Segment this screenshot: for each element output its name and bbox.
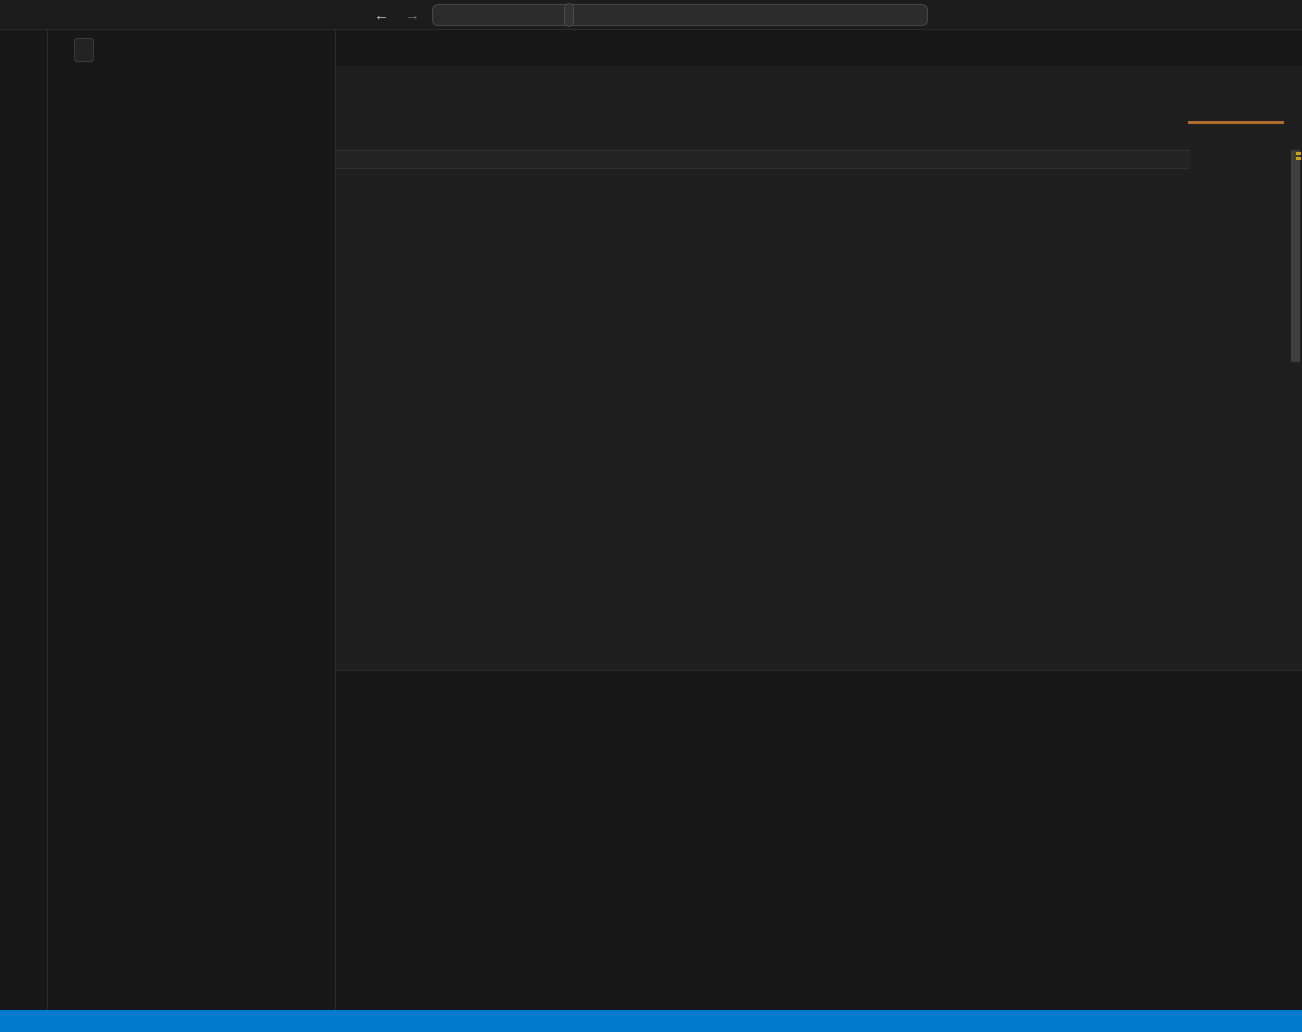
editor-tabs [336, 30, 1302, 66]
forward-arrow-icon[interactable]: → [405, 7, 420, 24]
bottom-panel [336, 670, 1302, 1010]
history-navigation: ← → [374, 0, 420, 30]
vscode-window: ← → [0, 0, 1302, 1032]
breadcrumb[interactable] [336, 66, 1302, 88]
minimap[interactable] [1188, 88, 1284, 258]
editor-actions [1290, 30, 1302, 66]
status-bar [0, 1010, 1302, 1032]
terminal[interactable] [336, 705, 1302, 1010]
debug-toolbar [564, 3, 574, 27]
launch-config-dropdown[interactable] [74, 38, 94, 62]
titlebar: ← → [0, 0, 1302, 30]
run-and-debug-sidebar [48, 30, 336, 1010]
activity-bar [0, 30, 48, 1010]
overview-warning-mark [1296, 152, 1301, 155]
editor-scrollbar[interactable] [1291, 150, 1300, 362]
editor-gutter [336, 88, 406, 670]
code-editor[interactable] [336, 88, 1302, 670]
code-content [406, 88, 1190, 670]
overview-warning-mark [1296, 157, 1301, 160]
back-arrow-icon[interactable]: ← [374, 7, 389, 24]
minimap-highlight [1188, 121, 1284, 124]
command-center[interactable] [432, 4, 928, 26]
